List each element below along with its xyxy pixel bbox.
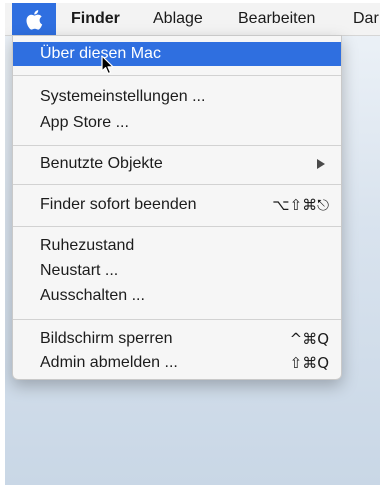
menu-item-recent-items[interactable]: Benutzte Objekte: [13, 152, 341, 176]
menu-item-app-store[interactable]: App Store ...: [13, 111, 341, 135]
menu-item-label: Systemeinstellungen ...: [40, 88, 206, 105]
menu-bar: Finder Ablage Bearbeiten Dar: [5, 3, 380, 36]
menu-separator: [13, 184, 341, 185]
menu-separator: [13, 226, 341, 227]
menu-item-label: Neustart ...: [40, 262, 119, 279]
menu-separator: [13, 319, 341, 320]
menu-item-label: App Store ...: [40, 114, 129, 131]
menu-item-system-preferences[interactable]: Systemeinstellungen ...: [13, 85, 341, 109]
desktop: Finder Ablage Bearbeiten Dar Über diesen…: [5, 3, 380, 485]
chevron-right-icon: [317, 159, 325, 169]
apple-menu-button[interactable]: [12, 3, 56, 35]
menu-item-lock-screen[interactable]: Bildschirm sperren ^⌘Q: [13, 327, 341, 351]
menu-item-label: Finder sofort beenden: [40, 196, 197, 213]
menu-item-force-quit[interactable]: Finder sofort beenden ⌥⇧⌘⎋: [13, 193, 341, 217]
menubar-item-darstellung[interactable]: Dar: [353, 3, 379, 35]
menubar-item-bearbeiten[interactable]: Bearbeiten: [238, 3, 315, 35]
apple-logo-icon: [26, 9, 43, 30]
menu-item-label: Bildschirm sperren: [40, 330, 173, 347]
menu-item-shortcut: ⌥⇧⌘⎋: [272, 196, 329, 214]
mouse-pointer-icon: [101, 55, 114, 75]
menu-separator: [13, 75, 341, 76]
menu-item-about-this-mac[interactable]: Über diesen Mac: [13, 42, 341, 66]
menu-item-shutdown[interactable]: Ausschalten ...: [13, 284, 341, 308]
menu-item-sleep[interactable]: Ruhezustand: [13, 234, 341, 258]
menubar-item-finder[interactable]: Finder: [71, 3, 120, 35]
menu-item-restart[interactable]: Neustart ...: [13, 259, 341, 283]
menu-item-label: Ausschalten ...: [40, 287, 145, 304]
menu-item-logout[interactable]: Admin abmelden ... ⇧⌘Q: [13, 351, 341, 375]
menu-separator: [13, 145, 341, 146]
menu-item-shortcut: ^⌘Q: [289, 330, 329, 348]
menu-item-label: Admin abmelden ...: [40, 354, 178, 371]
menubar-item-ablage[interactable]: Ablage: [153, 3, 203, 35]
menu-item-shortcut: ⇧⌘Q: [289, 354, 329, 372]
apple-dropdown-menu: Über diesen Mac Systemeinstellungen ... …: [12, 35, 342, 380]
menu-item-label: Benutzte Objekte: [40, 155, 163, 172]
menu-item-label: Ruhezustand: [40, 237, 135, 254]
